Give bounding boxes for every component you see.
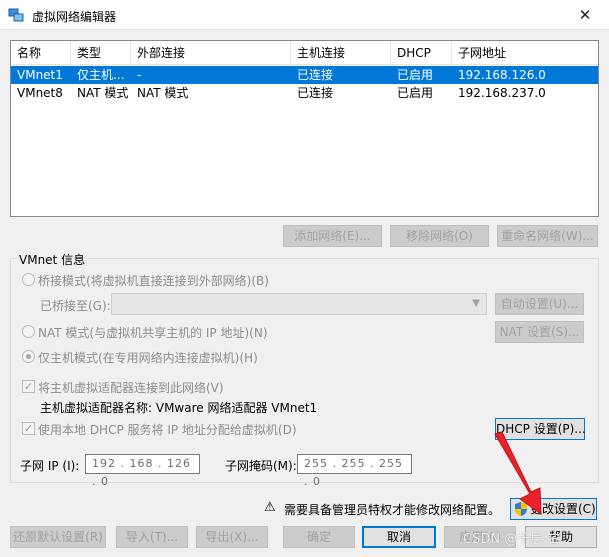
column-header-name[interactable]: 名称 [11,41,71,65]
subnet-ip-label: 子网 IP (I): [20,459,80,473]
subnet-mask-input[interactable]: 255 . 255 . 255 . 0 [297,454,412,488]
cell-name: VMnet8 [17,86,63,100]
cell-host: 已连接 [297,68,334,82]
column-header-type[interactable]: 类型 [71,41,131,65]
host-only-mode-label: 仅主机模式(在专用网络内连接虚拟机)(H) [38,351,258,365]
nat-mode-radio[interactable] [22,325,35,338]
host-only-mode-radio[interactable] [22,350,35,363]
change-settings-button[interactable]: 更改设置(C) [510,498,597,520]
column-header-subnet[interactable]: 子网地址 [452,41,598,65]
cancel-button[interactable]: 取消 [362,526,436,548]
subnet-mask-label: 子网掩码(M): [225,459,297,473]
bridged-mode-radio[interactable] [22,273,35,286]
table-row-vmnet1[interactable]: VMnet1 仅主机... - 已连接 已启用 192.168.126.0 [11,66,598,84]
vmnet-info-legend: VMnet 信息 [17,251,88,268]
nat-settings-button[interactable]: NAT 设置(S)... [495,321,584,343]
cell-external: - [137,68,142,82]
vmnet-info-group [10,258,599,483]
title-bar: 虚拟网络编辑器 ✕ [0,0,609,30]
network-editor-icon [8,8,24,22]
rename-network-button[interactable]: 重命名网络(W)... [497,225,598,247]
uac-shield-icon [515,502,527,516]
cell-host: 已连接 [297,86,334,100]
use-dhcp-checkbox[interactable]: ✓ [22,422,35,435]
dhcp-settings-button[interactable]: DHCP 设置(P)... [495,418,586,440]
change-settings-label: 更改设置(C) [530,502,596,516]
warning-icon: ⚠ [264,500,276,515]
import-button[interactable]: 导入(T)... [116,526,188,548]
bridged-to-label: 已桥接至(G): [40,299,111,313]
connect-adapter-label: 将主机虚拟适配器连接到此网络(V) [38,381,224,395]
table-row-vmnet8[interactable]: VMnet8 NAT 模式 NAT 模式 已连接 已启用 192.168.237… [11,84,598,102]
watermark-text: CSDN @千层!白 [463,532,562,547]
column-header-host[interactable]: 主机连接 [291,41,391,65]
nat-mode-label: NAT 模式(与虚拟机共享主机的 IP 地址)(N) [38,326,268,340]
ok-button[interactable]: 确定 [283,526,355,548]
column-header-external[interactable]: 外部连接 [131,41,291,65]
remove-network-button[interactable]: 移除网络(O) [390,225,489,247]
adapter-name-text: 主机虚拟适配器名称: VMware 网络适配器 VMnet1 [40,401,318,415]
connect-adapter-checkbox[interactable]: ✓ [22,380,35,393]
admin-notice-text: 需要具备管理员特权才能修改网络配置。 [284,503,501,517]
chevron-down-icon: ▼ [472,298,480,309]
auto-settings-button[interactable]: 自动设置(U)... [495,293,584,315]
bridged-to-select[interactable]: ▼ [111,293,487,315]
cell-dhcp: 已启用 [397,68,434,82]
use-dhcp-label: 使用本地 DHCP 服务将 IP 地址分配给虚拟机(D) [38,423,297,437]
column-header-dhcp[interactable]: DHCP [391,41,452,65]
cell-external: NAT 模式 [137,86,189,100]
cell-name: VMnet1 [17,68,63,82]
cell-dhcp: 已启用 [397,86,434,100]
add-network-button[interactable]: 添加网络(E)... [283,225,382,247]
close-button[interactable]: ✕ [570,2,600,28]
cell-subnet: 192.168.126.0 [458,68,546,82]
cell-type: NAT 模式 [77,86,129,100]
network-list[interactable]: 名称 类型 外部连接 主机连接 DHCP 子网地址 VMnet1 仅主机... … [10,40,599,217]
export-button[interactable]: 导出(X)... [196,526,268,548]
bridged-mode-label: 桥接模式(将虚拟机直接连接到外部网络)(B) [38,274,269,288]
restore-defaults-button[interactable]: 还原默认设置(R) [10,526,106,548]
cell-subnet: 192.168.237.0 [458,86,546,100]
cell-type: 仅主机... [77,68,125,82]
list-header: 名称 类型 外部连接 主机连接 DHCP 子网地址 [11,41,598,65]
window-title: 虚拟网络编辑器 [32,10,117,24]
subnet-ip-input[interactable]: 192 . 168 . 126 . 0 [85,454,200,488]
